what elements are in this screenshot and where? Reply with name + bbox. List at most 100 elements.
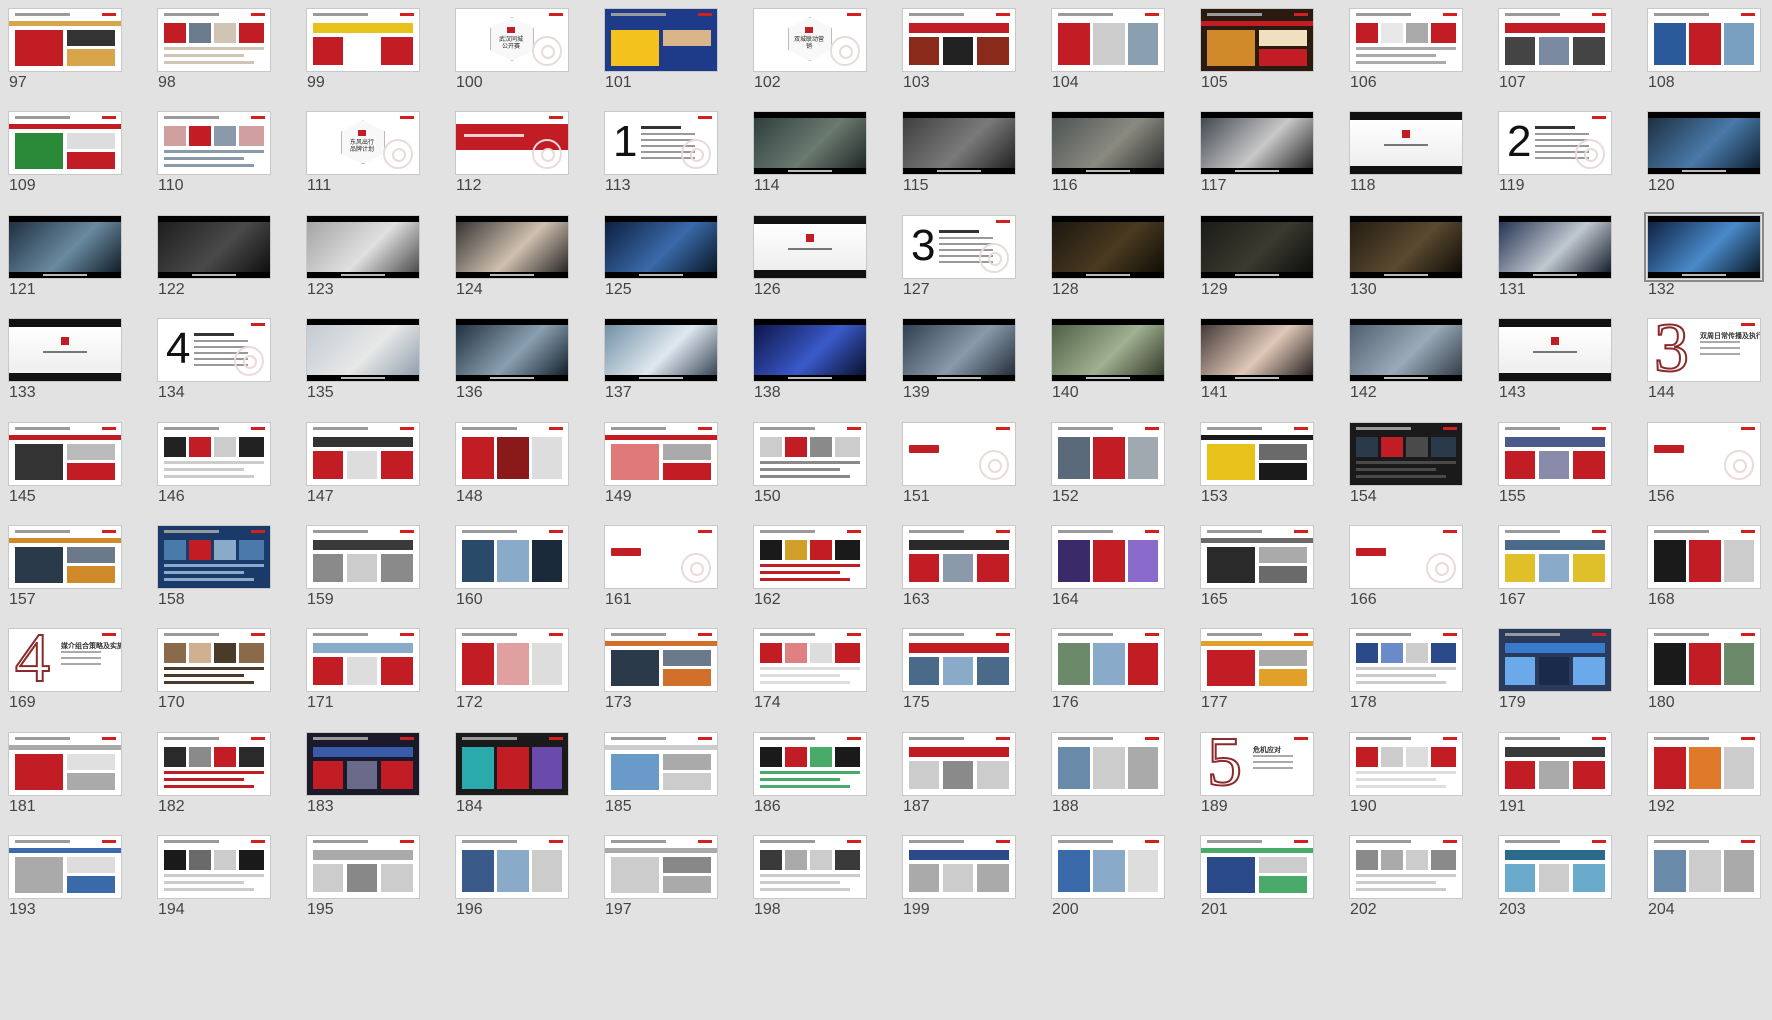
slide-thumbnail-item[interactable]: 193 [8,835,122,938]
slide-thumbnail[interactable] [157,628,271,693]
slide-thumbnail-item[interactable]: 196 [455,835,569,938]
slide-thumbnail-item[interactable]: 106 [1349,8,1463,111]
slide-thumbnail[interactable] [1498,421,1612,486]
slide-thumbnail-item[interactable]: 157 [8,524,122,628]
slide-thumbnail[interactable] [1647,8,1761,72]
slide-thumbnail-item[interactable]: 108 [1647,8,1761,111]
slide-thumbnail-item[interactable]: 175 [902,628,1016,731]
slide-thumbnail-item[interactable]: 4 媒介组合策略及实施 169 [8,628,122,731]
slide-thumbnail-item[interactable]: 152 [1051,421,1165,525]
slide-thumbnail[interactable] [604,835,718,900]
slide-thumbnail[interactable] [1498,318,1612,383]
slide-thumbnail[interactable] [306,524,420,589]
slide-thumbnail-item[interactable]: 170 [157,628,271,731]
slide-thumbnail-item[interactable]: 149 [604,421,718,525]
slide-thumbnail-item[interactable]: 133 [8,318,122,421]
slide-thumbnail-item[interactable]: 118 [1349,111,1463,214]
slide-thumbnail-item[interactable]: 197 [604,835,718,938]
slide-thumbnail[interactable] [8,8,122,72]
slide-thumbnail[interactable]: 4 [157,318,271,383]
slide-thumbnail-item[interactable]: 1 113 [604,111,718,214]
slide-thumbnail[interactable]: 4 媒介组合策略及实施 [8,628,122,693]
slide-thumbnail[interactable] [1498,8,1612,72]
slide-thumbnail[interactable]: 3 [902,214,1016,279]
slide-thumbnail-item[interactable]: 171 [306,628,420,731]
slide-thumbnail[interactable] [1498,731,1612,796]
slide-thumbnail-item[interactable]: 143 [1498,318,1612,421]
slide-thumbnail-item[interactable]: 115 [902,111,1016,214]
slide-thumbnail-item[interactable]: 198 [753,835,867,938]
slide-thumbnail[interactable] [1498,214,1612,279]
slide-thumbnail[interactable] [902,835,1016,900]
slide-thumbnail[interactable] [157,8,271,72]
slide-thumbnail-item[interactable]: 112 [455,111,569,214]
slide-thumbnail[interactable] [753,318,867,383]
slide-thumbnail-item[interactable]: 192 [1647,731,1761,835]
slide-thumbnail[interactable] [902,318,1016,383]
slide-thumbnail-item[interactable]: 129 [1200,214,1314,318]
slide-thumbnail[interactable] [8,524,122,589]
slide-thumbnail[interactable]: 5 危机应对 [1200,731,1314,796]
slide-thumbnail[interactable] [902,8,1016,72]
slide-thumbnail[interactable] [8,731,122,796]
slide-thumbnail-item[interactable]: 184 [455,731,569,835]
slide-thumbnail-item[interactable]: 159 [306,524,420,628]
slide-thumbnail[interactable] [1200,628,1314,693]
slide-thumbnail-item[interactable]: 135 [306,318,420,421]
slide-thumbnail-item[interactable]: 195 [306,835,420,938]
slide-thumbnail[interactable] [1647,524,1761,589]
slide-thumbnail-item[interactable]: 188 [1051,731,1165,835]
slide-thumbnail[interactable] [157,111,271,176]
slide-thumbnail[interactable] [1644,211,1764,282]
slide-thumbnail[interactable] [1200,421,1314,486]
slide-thumbnail[interactable] [1051,8,1165,72]
slide-thumbnail[interactable] [8,318,122,383]
slide-thumbnail[interactable] [1647,731,1761,796]
slide-thumbnail[interactable] [1349,214,1463,279]
slide-thumbnail-item[interactable]: 128 [1051,214,1165,318]
slide-thumbnail-item[interactable]: 183 [306,731,420,835]
slide-thumbnail-item[interactable]: 185 [604,731,718,835]
slide-thumbnail[interactable] [1051,111,1165,176]
slide-thumbnail[interactable] [753,731,867,796]
slide-thumbnail[interactable] [1200,214,1314,279]
slide-thumbnail[interactable] [1498,835,1612,900]
slide-thumbnail-item[interactable]: 107 [1498,8,1612,111]
slide-thumbnail-item[interactable]: 191 [1498,731,1612,835]
slide-thumbnail[interactable] [1200,318,1314,383]
slide-thumbnail[interactable] [1051,731,1165,796]
slide-thumbnail-item[interactable]: 148 [455,421,569,525]
slide-thumbnail-item[interactable]: 162 [753,524,867,628]
slide-thumbnail-item[interactable]: 166 [1349,524,1463,628]
slide-thumbnail-item[interactable]: 武汉同城 公开赛 100 [455,8,569,111]
slide-thumbnail[interactable] [455,318,569,383]
slide-thumbnail[interactable]: 双城联动营销 [753,8,867,72]
slide-thumbnail[interactable] [306,318,420,383]
slide-thumbnail-item[interactable]: 204 [1647,835,1761,938]
slide-thumbnail[interactable] [753,628,867,693]
slide-thumbnail-item[interactable]: 147 [306,421,420,525]
slide-thumbnail[interactable] [455,835,569,900]
slide-thumbnail-item[interactable]: 199 [902,835,1016,938]
slide-thumbnail-item[interactable]: 186 [753,731,867,835]
slide-thumbnail[interactable] [753,421,867,486]
slide-thumbnail[interactable] [1200,111,1314,176]
slide-thumbnail-item[interactable]: 167 [1498,524,1612,628]
slide-thumbnail[interactable] [157,524,271,589]
slide-thumbnail-item[interactable]: 114 [753,111,867,214]
slide-thumbnail[interactable] [1349,318,1463,383]
slide-thumbnail-item[interactable]: 146 [157,421,271,525]
slide-thumbnail[interactable] [8,214,122,279]
slide-thumbnail-item[interactable]: 98 [157,8,271,111]
slide-thumbnail-item[interactable]: 122 [157,214,271,318]
slide-thumbnail[interactable] [1200,835,1314,900]
slide-thumbnail[interactable] [306,421,420,486]
slide-thumbnail[interactable] [1498,524,1612,589]
slide-thumbnail[interactable] [604,421,718,486]
slide-thumbnail-item[interactable]: 101 [604,8,718,111]
slide-thumbnail-item[interactable]: 2 119 [1498,111,1612,214]
slide-thumbnail-item[interactable]: 182 [157,731,271,835]
slide-thumbnail-item[interactable]: 110 [157,111,271,214]
slide-thumbnail[interactable] [604,8,718,72]
slide-thumbnail[interactable] [604,731,718,796]
